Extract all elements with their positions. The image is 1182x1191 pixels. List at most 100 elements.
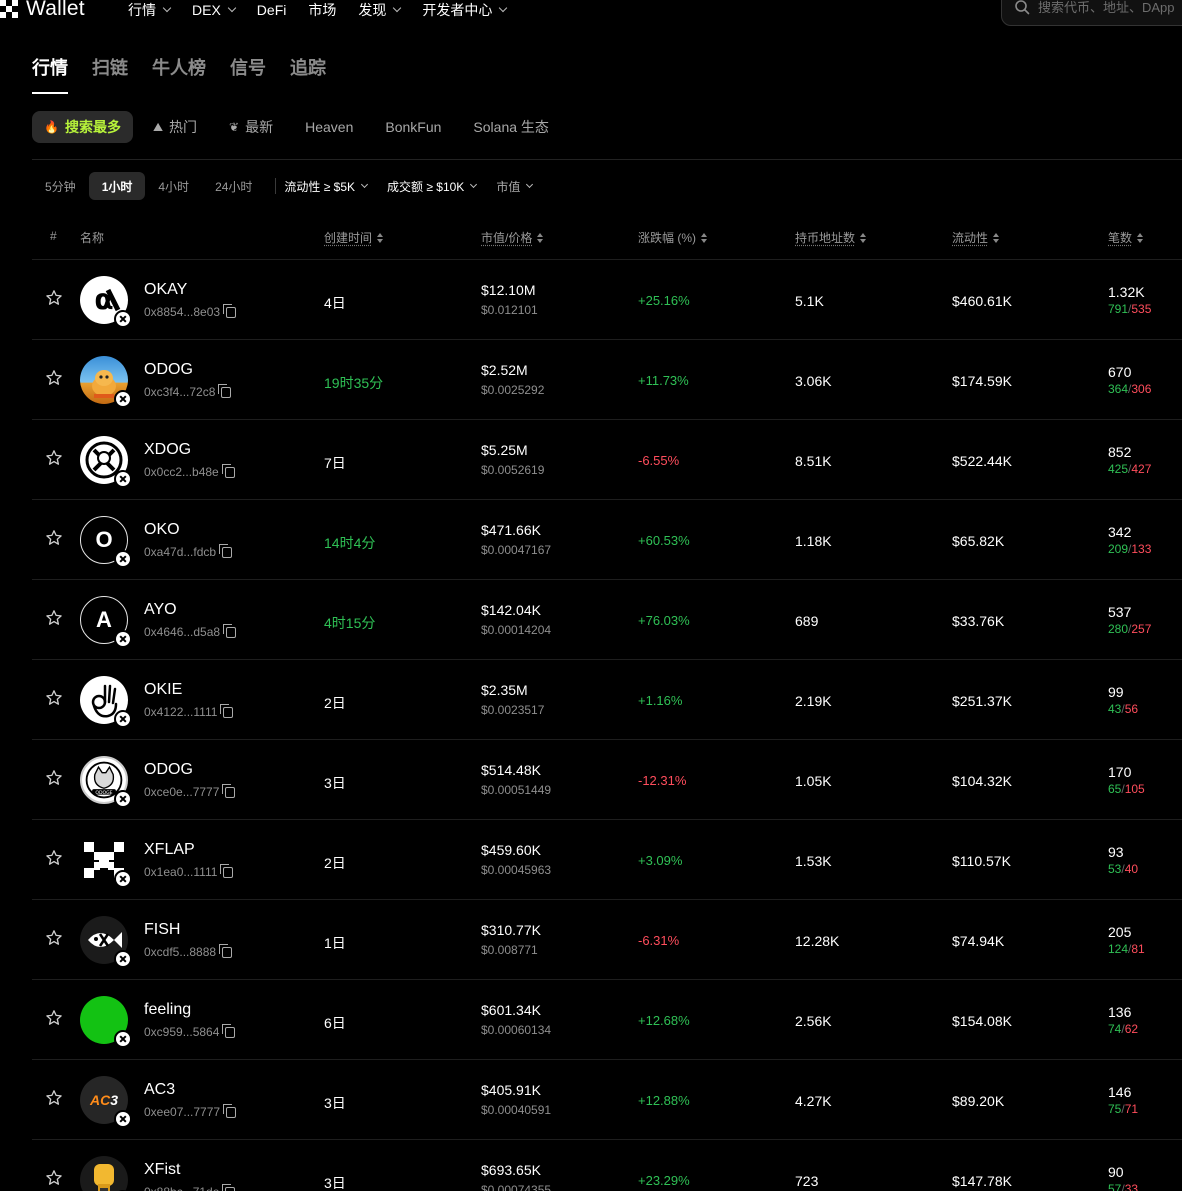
col-liquidity[interactable]: 流动性	[952, 229, 999, 246]
token-name[interactable]: FISH	[144, 921, 180, 939]
star-icon[interactable]	[45, 1089, 63, 1107]
liquidity-value: $74.94K	[952, 933, 1004, 949]
tab-2[interactable]: 牛人榜	[152, 54, 206, 94]
token-name[interactable]: OKO	[144, 521, 180, 539]
category-chip-4[interactable]: BonkFun	[373, 111, 453, 143]
star-icon[interactable]	[45, 289, 63, 307]
category-chip-3[interactable]: Heaven	[293, 111, 365, 143]
star-icon[interactable]	[45, 689, 63, 707]
nav-item-0[interactable]: 行情	[128, 0, 170, 20]
token-name[interactable]: XDOG	[144, 441, 191, 459]
star-icon[interactable]	[45, 1169, 63, 1187]
chain-badge-icon	[114, 390, 132, 408]
category-chip-2[interactable]: ❦ 最新	[217, 111, 285, 143]
address-text: 0xa47d...fdcb	[144, 545, 216, 559]
star-icon[interactable]	[45, 1009, 63, 1027]
timeframe-1[interactable]: 1小时	[89, 172, 146, 200]
token-name[interactable]: OKIE	[144, 681, 182, 699]
nav-item-label: 开发者中心	[422, 0, 492, 20]
table-row[interactable]: XFLAP 0x1ea0...1111 2日 $459.60K $0.00045963 +…	[32, 819, 1182, 899]
table-row[interactable]: ODOG 0xc3f4...72c8 19时35分 $2.52M $0.0025292 +…	[32, 339, 1182, 419]
copy-icon[interactable]	[222, 947, 232, 958]
star-icon[interactable]	[45, 529, 63, 547]
sell-count: 33	[1125, 1182, 1138, 1191]
created-time: 3日	[324, 1173, 346, 1191]
table-row[interactable]: XDOG 0x0cc2...b48e 7日 $5.25M $0.0052619 -6.55…	[32, 419, 1182, 499]
token-name[interactable]: ODOG	[144, 361, 193, 379]
token-name[interactable]: feeling	[144, 1001, 191, 1019]
table-row[interactable]: O OKO 0xa47d...fdcb 14时4分 $471.66K $0.0004716…	[32, 499, 1182, 579]
token-name[interactable]: AC3	[144, 1081, 175, 1099]
nav-item-5[interactable]: 开发者中心	[422, 0, 506, 20]
tab-4[interactable]: 追踪	[290, 54, 326, 94]
table-row[interactable]: OKIE 0x4122...1111 2日 $2.35M $0.0023517 +1.16…	[32, 659, 1182, 739]
tab-3[interactable]: 信号	[230, 54, 266, 94]
table-row[interactable]: ODOGE ODOG 0xce0e...7777 3日 $514.48K $0.00051…	[32, 739, 1182, 819]
copy-icon[interactable]	[225, 467, 235, 478]
tab-1[interactable]: 扫链	[92, 54, 128, 94]
token-price: $0.00045963	[481, 863, 551, 877]
token-name[interactable]: XFLAP	[144, 841, 195, 859]
table-row[interactable]: AC3 AC3 0xee07...7777 3日 $405.91K $0.00040591…	[32, 1059, 1182, 1139]
nav-item-3[interactable]: 市场	[308, 0, 336, 20]
token-name[interactable]: AYO	[144, 601, 177, 619]
nav-item-1[interactable]: DEX	[192, 0, 235, 20]
filter-bar: 5分钟 1小时 4小时 24小时 流动性 ≥ $5K 成交额 ≥ $10K 市值	[32, 172, 552, 200]
copy-icon[interactable]	[221, 387, 231, 398]
copy-icon[interactable]	[225, 1187, 235, 1191]
search-box[interactable]	[1001, 0, 1182, 26]
table-row[interactable]: feeling 0xc959...5864 6日 $601.34K $0.0006013…	[32, 979, 1182, 1059]
copy-icon[interactable]	[226, 1107, 236, 1118]
buy-count: 791	[1108, 302, 1128, 316]
timeframe-0[interactable]: 5分钟	[32, 172, 89, 200]
timeframe-3[interactable]: 24小时	[202, 172, 265, 200]
holders-count: 4.27K	[795, 1093, 832, 1109]
category-chip-1[interactable]: ⛰ 热门	[141, 111, 209, 143]
col-mcap-price[interactable]: 市值/价格	[481, 229, 543, 246]
star-icon[interactable]	[45, 929, 63, 947]
star-icon[interactable]	[45, 849, 63, 867]
created-time: 4日	[324, 293, 346, 313]
table-row[interactable]: FISH 0xcdf5...8888 1日 $310.77K $0.008771 -6.3…	[32, 899, 1182, 979]
filter-dropdown-2[interactable]: 市值	[496, 178, 532, 195]
brand-logo[interactable]: Wallet	[0, 0, 85, 21]
copy-icon[interactable]	[226, 307, 236, 318]
copy-icon[interactable]	[222, 547, 232, 558]
category-chip-0[interactable]: 🔥 搜索最多	[32, 111, 133, 143]
col-txns[interactable]: 笔数	[1108, 229, 1143, 246]
chain-badge-icon	[114, 870, 132, 888]
star-icon[interactable]	[45, 769, 63, 787]
search-input[interactable]	[1038, 0, 1182, 15]
filter-dropdown-0[interactable]: 流动性 ≥ $5K	[284, 178, 367, 195]
nav-item-label: DEX	[192, 2, 221, 18]
tab-0[interactable]: 行情	[32, 54, 68, 94]
token-name[interactable]: ODOG	[144, 761, 193, 779]
address-text: 0xc959...5864	[144, 1025, 219, 1039]
token-price: $0.00060134	[481, 1023, 551, 1037]
star-icon[interactable]	[45, 449, 63, 467]
filter-dropdown-1[interactable]: 成交额 ≥ $10K	[387, 178, 476, 195]
token-name[interactable]: OKAY	[144, 281, 187, 299]
star-icon[interactable]	[45, 369, 63, 387]
copy-icon[interactable]	[226, 627, 236, 638]
copy-icon[interactable]	[223, 707, 233, 718]
sell-count: 105	[1125, 782, 1145, 796]
token-name[interactable]: XFist	[144, 1161, 180, 1179]
copy-icon[interactable]	[225, 1027, 235, 1038]
col-created[interactable]: 创建时间	[324, 229, 383, 246]
nav-item-4[interactable]: 发现	[358, 0, 400, 20]
token-price: $0.00014204	[481, 623, 551, 637]
timeframe-2[interactable]: 4小时	[145, 172, 202, 200]
table-row[interactable]: A AYO 0x4646...d5a8 4时15分 $142.04K $0.0001420…	[32, 579, 1182, 659]
table-row[interactable]: XFist 0x88bc...71de 3日 $693.65K $0.00074355 +…	[32, 1139, 1182, 1191]
col-change[interactable]: 涨跌幅 (%)	[638, 229, 707, 246]
col-holders[interactable]: 持币地址数	[795, 229, 866, 246]
copy-icon[interactable]	[223, 867, 233, 878]
buy-count: 425	[1108, 462, 1128, 476]
copy-icon[interactable]	[225, 787, 235, 798]
nav-item-2[interactable]: DeFi	[257, 0, 287, 20]
star-icon[interactable]	[45, 609, 63, 627]
category-chip-5[interactable]: Solana 生态	[461, 111, 560, 143]
table-row[interactable]: α OKAY 0x8854...8e03 4日 $12.10M $0.012101 +25.…	[32, 259, 1182, 339]
chevron-down-icon	[228, 4, 236, 12]
